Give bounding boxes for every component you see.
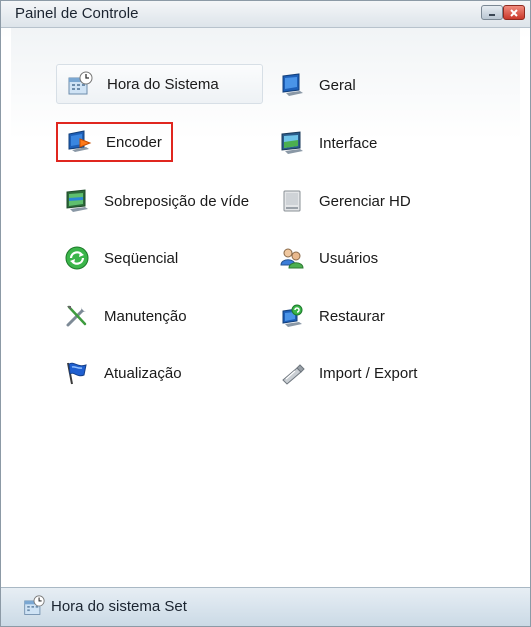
item-label: Import / Export <box>319 364 418 382</box>
item-geral[interactable]: Geral <box>279 65 459 105</box>
status-bar: Hora do sistema Set <box>1 587 530 626</box>
item-label: Interface <box>319 134 378 152</box>
restore-icon <box>282 304 303 327</box>
item-label: Atualização <box>104 364 182 382</box>
close-icon <box>510 8 518 17</box>
calendar-clock-icon <box>68 71 93 95</box>
item-usuarios[interactable]: Usuários <box>279 238 459 278</box>
item-label: Seqüencial <box>104 249 179 267</box>
green-cycle-icon <box>65 246 89 270</box>
item-sequencial[interactable]: Seqüencial <box>64 238 244 278</box>
usb-stick-icon <box>282 364 305 385</box>
item-restaurar[interactable]: Restaurar <box>279 296 459 336</box>
window-controls <box>481 5 525 20</box>
tools-icon <box>66 305 87 327</box>
item-label: Sobreposição de víde <box>104 192 250 210</box>
calendar-clock-icon <box>24 595 45 615</box>
item-hora-do-sistema[interactable]: Hora do Sistema <box>56 64 263 104</box>
flag-icon <box>67 362 87 385</box>
hard-disk-icon <box>283 190 301 212</box>
item-manutencao[interactable]: Manutenção <box>64 296 244 336</box>
item-label: Geral <box>319 76 356 94</box>
item-gerenciar-hd[interactable]: Gerenciar HD <box>279 181 459 221</box>
item-label: Gerenciar HD <box>319 192 411 210</box>
status-text: Hora do sistema Set <box>51 598 187 615</box>
item-import-export[interactable]: Import / Export <box>279 353 479 393</box>
window-title: Painel de Controle <box>15 5 139 22</box>
item-label: Hora do Sistema <box>107 75 219 93</box>
minimize-button[interactable] <box>481 5 503 20</box>
monitor-icon <box>282 73 303 96</box>
item-interface[interactable]: Interface <box>279 123 459 163</box>
monitor-overlay-icon <box>66 189 88 212</box>
close-button[interactable] <box>503 5 525 20</box>
monitor-screen-icon <box>281 131 303 154</box>
control-panel-content: Hora do Sistema Encoder Sobreposição de … <box>11 28 520 587</box>
item-sobreposicao[interactable]: Sobreposição de víde <box>64 181 274 221</box>
title-bar[interactable]: Painel de Controle <box>1 1 530 28</box>
item-label: Encoder <box>106 133 162 151</box>
item-label: Usuários <box>319 249 379 267</box>
control-panel-window: Painel de Controle Hora do Sistema Encod… <box>0 0 531 627</box>
minimize-icon <box>489 13 495 16</box>
monitor-arrow-icon <box>68 130 92 152</box>
item-label: Manutenção <box>104 307 187 325</box>
item-label: Restaurar <box>319 307 385 325</box>
users-icon <box>280 248 304 269</box>
item-encoder[interactable]: Encoder <box>56 122 173 162</box>
item-atualizacao[interactable]: Atualização <box>64 353 244 393</box>
